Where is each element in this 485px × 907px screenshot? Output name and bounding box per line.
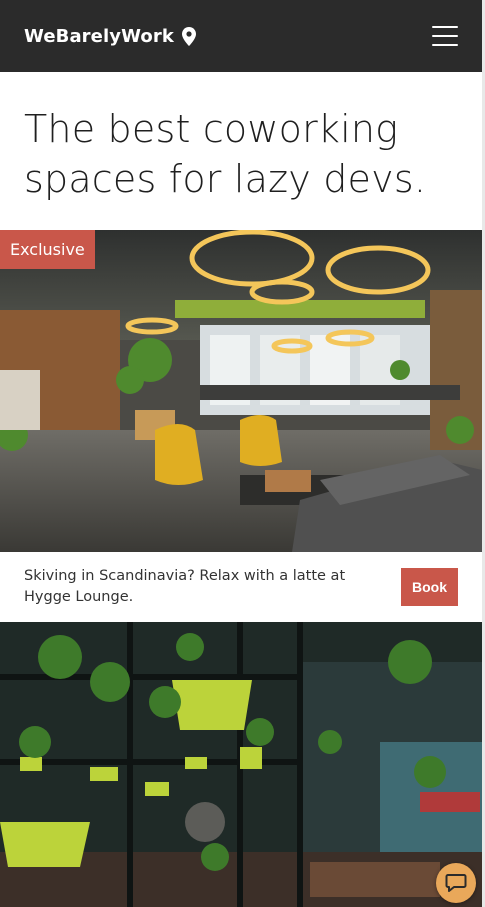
map-pin-icon <box>181 26 196 46</box>
hanging-plants-cafe-image <box>0 622 482 907</box>
space-photo[interactable] <box>0 622 482 907</box>
featured-space-photo[interactable]: Exclusive <box>0 230 482 552</box>
hamburger-menu-icon[interactable] <box>432 26 458 46</box>
chat-bubble-icon[interactable] <box>436 863 476 903</box>
exclusive-badge: Exclusive <box>0 230 95 269</box>
featured-caption: Skiving in Scandinavia? Relax with a lat… <box>24 568 346 605</box>
featured-caption-row: Skiving in Scandinavia? Relax with a lat… <box>0 552 482 622</box>
brand[interactable]: WeBarelyWork <box>24 26 196 47</box>
book-button[interactable]: Book <box>401 568 458 606</box>
page-title: The best coworking spaces for lazy devs. <box>24 107 427 201</box>
hero: The best coworking spaces for lazy devs. <box>24 104 464 204</box>
brand-name[interactable]: WeBarelyWork <box>24 26 174 47</box>
coworking-lounge-image <box>0 230 482 552</box>
top-nav-bar: WeBarelyWork <box>0 0 482 72</box>
